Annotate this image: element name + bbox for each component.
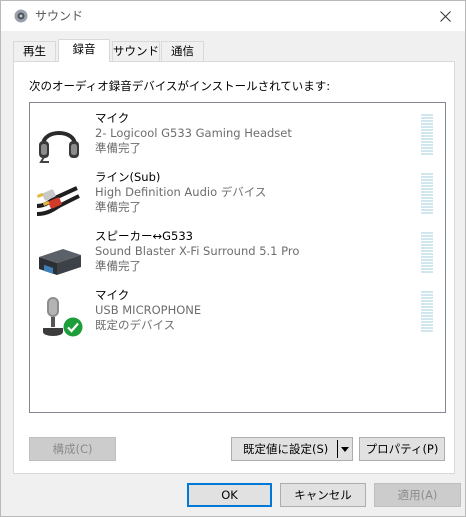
- level-meter: [421, 291, 433, 332]
- device-info: マイク USB MICROPHONE 既定のデバイス: [95, 288, 201, 333]
- set-default-button[interactable]: 既定値に設定(S): [231, 437, 353, 461]
- chevron-down-icon[interactable]: [341, 447, 349, 452]
- device-name: マイク: [95, 288, 130, 302]
- level-meter: [421, 114, 433, 155]
- list-item[interactable]: マイク USB MICROPHONE 既定のデバイス: [30, 288, 445, 346]
- title-bar: サウンド: [1, 1, 465, 31]
- tab-communications[interactable]: 通信: [161, 41, 204, 61]
- ok-button[interactable]: OK: [187, 483, 272, 507]
- device-info: ライン(Sub) High Definition Audio デバイス 準備完了: [95, 170, 266, 215]
- set-default-label: 既定値に設定(S): [243, 442, 329, 456]
- device-status: 準備完了: [95, 259, 141, 273]
- apply-button[interactable]: 適用(A): [374, 483, 461, 507]
- device-info: スピーカー↔G533 Sound Blaster X-Fi Surround 5…: [95, 229, 299, 274]
- device-description: USB MICROPHONE: [95, 303, 202, 317]
- tab-recording[interactable]: 録音: [58, 39, 110, 62]
- device-description: 2- Logicool G533 Gaming Headset: [95, 126, 292, 140]
- audio-cable-icon: [36, 186, 80, 216]
- tab-sounds[interactable]: サウンド: [112, 41, 160, 61]
- list-item[interactable]: ライン(Sub) High Definition Audio デバイス 準備完了: [30, 170, 445, 228]
- device-name: マイク: [95, 111, 130, 125]
- recording-panel: 次のオーディオ録音デバイスがインストールされています: マイク 2- Logic…: [13, 61, 455, 474]
- sound-dialog: サウンド 再生 録音 サウンド 通信 次のオーディオ録音デバイスがインストールさ…: [0, 0, 466, 517]
- cancel-button[interactable]: キャンセル: [280, 483, 366, 507]
- level-meter: [421, 173, 433, 214]
- panel-instructions: 次のオーディオ録音デバイスがインストールされています:: [29, 79, 331, 93]
- device-status: 準備完了: [95, 200, 141, 214]
- window-title: サウンド: [35, 9, 84, 23]
- device-status: 準備完了: [95, 141, 141, 155]
- configure-button[interactable]: 構成(C): [29, 437, 116, 461]
- level-meter: [421, 232, 433, 273]
- list-item[interactable]: マイク 2- Logicool G533 Gaming Headset 準備完了: [30, 111, 445, 169]
- device-description: High Definition Audio デバイス: [95, 185, 267, 199]
- close-button[interactable]: [425, 1, 465, 31]
- default-check-icon: [63, 317, 83, 337]
- close-icon: [439, 10, 451, 22]
- device-list[interactable]: マイク 2- Logicool G533 Gaming Headset 準備完了: [29, 102, 446, 413]
- device-name: スピーカー↔G533: [95, 229, 193, 243]
- sound-card-icon: [39, 249, 81, 275]
- device-info: マイク 2- Logicool G533 Gaming Headset 準備完了: [95, 111, 292, 156]
- headset-icon: [39, 131, 79, 163]
- device-name: ライン(Sub): [95, 170, 161, 184]
- device-description: Sound Blaster X-Fi Surround 5.1 Pro: [95, 244, 300, 258]
- list-item[interactable]: スピーカー↔G533 Sound Blaster X-Fi Surround 5…: [30, 229, 445, 287]
- device-status: 既定のデバイス: [95, 318, 176, 332]
- speaker-icon: [14, 9, 28, 23]
- tab-playback[interactable]: 再生: [13, 41, 56, 61]
- split-separator: [337, 440, 338, 458]
- properties-button[interactable]: プロパティ(P): [359, 437, 445, 461]
